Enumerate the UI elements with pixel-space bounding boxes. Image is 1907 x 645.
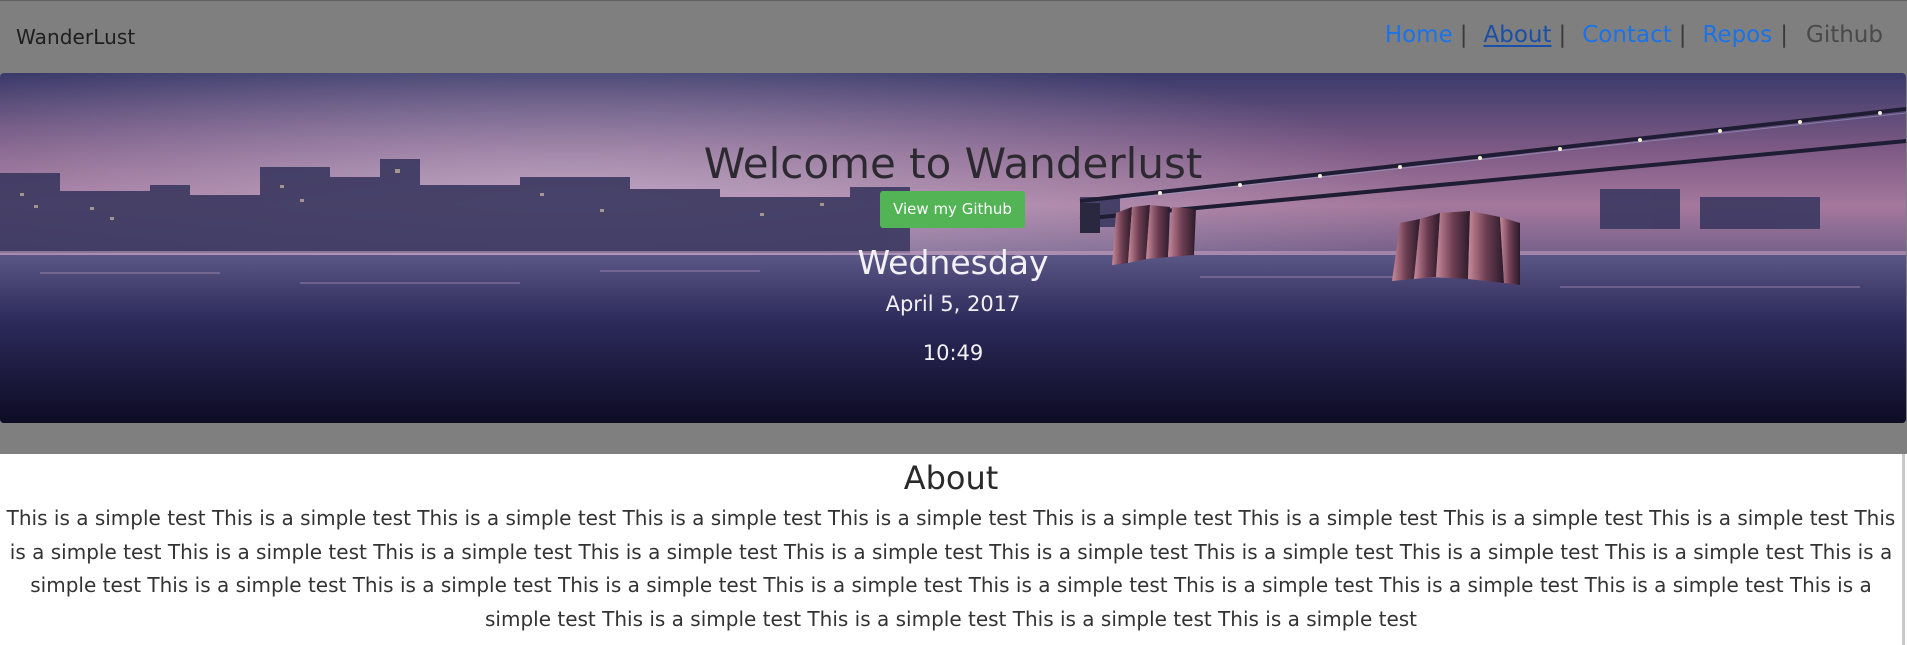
brand-logo-text[interactable]: WanderLust: [16, 25, 135, 49]
navbar: WanderLust Home | About | Contact | Repo…: [0, 0, 1907, 74]
nav-separator: |: [1459, 22, 1468, 48]
nav-links: Home | About | Contact | Repos | Github: [1385, 22, 1883, 48]
nav-separator: |: [1780, 22, 1788, 48]
view-github-button[interactable]: View my Github: [880, 191, 1025, 228]
nav-link-about[interactable]: About: [1483, 22, 1551, 48]
current-day: Wednesday: [857, 243, 1049, 282]
nav-separator: |: [1558, 22, 1567, 48]
nav-link-home[interactable]: Home: [1385, 22, 1453, 48]
scrollbar-edge[interactable]: [1902, 454, 1905, 645]
page: WanderLust Home | About | Contact | Repo…: [0, 0, 1907, 645]
nav-separator: |: [1678, 22, 1687, 48]
hero-title: Welcome to Wanderlust: [703, 139, 1203, 188]
current-date: April 5, 2017: [885, 292, 1021, 316]
nav-link-github[interactable]: Github: [1806, 22, 1883, 48]
about-section: About This is a simple test This is a si…: [0, 454, 1902, 636]
hero-banner: Welcome to Wanderlust View my Github Wed…: [0, 73, 1906, 423]
about-heading: About: [903, 459, 999, 497]
current-time: 10:49: [922, 341, 984, 365]
nav-link-contact[interactable]: Contact: [1582, 22, 1671, 48]
nav-link-repos[interactable]: Repos: [1702, 22, 1772, 48]
about-paragraph: This is a simple test This is a simple t…: [6, 506, 1896, 631]
